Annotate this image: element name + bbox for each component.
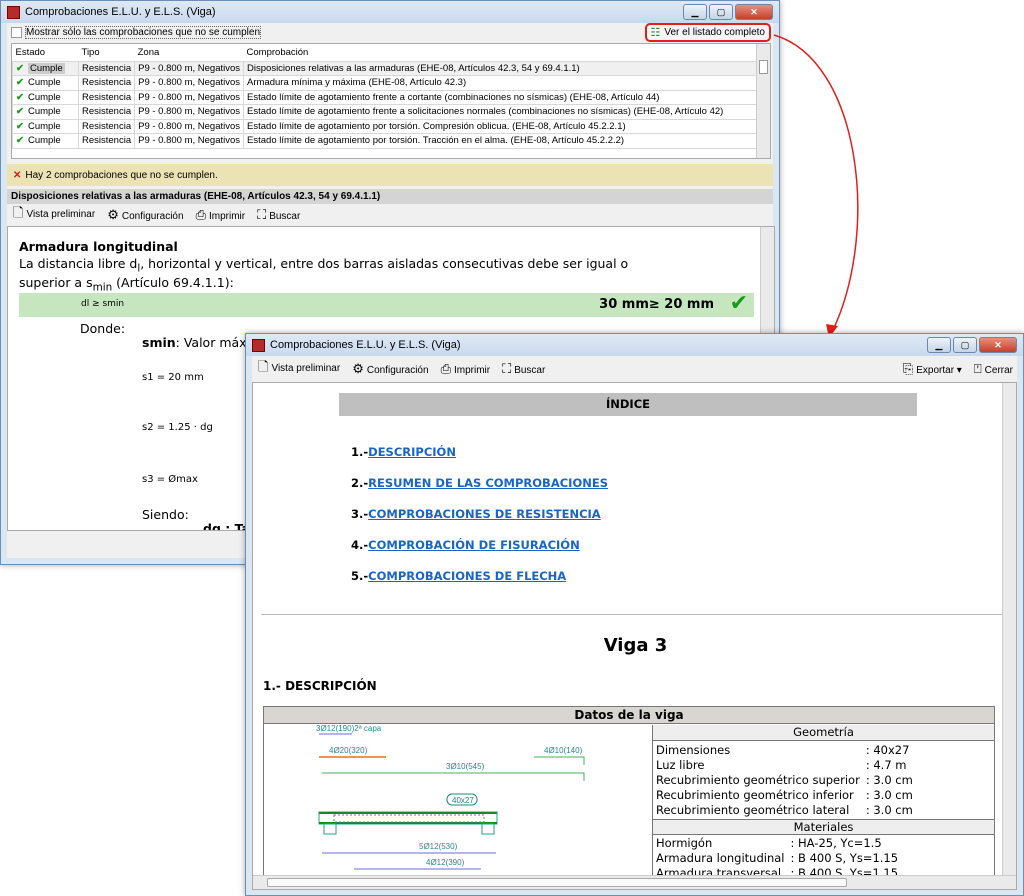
index-link[interactable]: COMPROBACIONES DE RESISTENCIA bbox=[368, 507, 601, 521]
index-item: 1.-DESCRIPCIÓN bbox=[351, 445, 608, 476]
property-value: : 4.7 m bbox=[865, 757, 907, 772]
section-label: 40x27 bbox=[452, 796, 474, 805]
property-value: : 3.0 cm bbox=[865, 772, 913, 787]
geom-row: Dimensiones : 40x27 bbox=[653, 742, 916, 757]
report-toolbar-right: ⎘ Exportar ▾ ⍞ Cerrar bbox=[897, 359, 1013, 379]
property-name: Luz libre bbox=[656, 757, 705, 772]
close-button-2[interactable]: ✕ bbox=[979, 337, 1017, 353]
binoculars-icon: ⛶ bbox=[502, 361, 512, 376]
property-name: Recubrimiento geométrico inferior bbox=[656, 787, 854, 802]
bar-label: 3Ø12(190)2ª capa bbox=[316, 725, 382, 733]
print-label: Imprimir bbox=[453, 365, 491, 376]
search-label: Buscar bbox=[514, 365, 546, 376]
property-name: Recubrimiento geométrico superior bbox=[656, 772, 860, 787]
bar-label: 4Ø12(390) bbox=[426, 858, 465, 867]
section-title: 1.- DESCRIPCIÓN bbox=[263, 679, 377, 693]
index-link[interactable]: COMPROBACIÓN DE FISURACIÓN bbox=[368, 538, 580, 552]
property-name: Recubrimiento geométrico lateral bbox=[656, 802, 850, 817]
report-hscrollbar[interactable] bbox=[253, 875, 1016, 889]
preview-button-2[interactable]: 🗋 Vista preliminar bbox=[258, 358, 340, 380]
export-button[interactable]: ⎘ Exportar ▾ bbox=[903, 361, 962, 377]
report-window: Comprobaciones E.L.U. y E.L.S. (Viga) ▁ ▢… bbox=[245, 333, 1024, 896]
preview-icon: 🗋 bbox=[258, 359, 269, 374]
property-name: Armadura longitudinal bbox=[656, 850, 785, 865]
export-icon: ⎘ bbox=[902, 361, 914, 376]
minimize-button-2[interactable]: ▁ bbox=[927, 337, 951, 353]
geom-row: Luz libre : 4.7 m bbox=[653, 757, 916, 772]
config-button-2[interactable]: ⚙ Configuración bbox=[352, 361, 428, 377]
index-number: 4.- bbox=[351, 538, 369, 552]
geom-row: Recubrimiento geométrico lateral : 3.0 cm bbox=[653, 802, 916, 817]
bar-label: 3Ø10(545) bbox=[446, 762, 485, 771]
property-value: : HA-25, Yc=1.5 bbox=[790, 835, 882, 850]
index-link[interactable]: COMPROBACIONES DE FLECHA bbox=[368, 569, 566, 583]
report-toolbar: 🗋 Vista preliminar ⚙ Configuración ⎙ Imprim… bbox=[252, 359, 545, 379]
index-item: 5.-COMPROBACIONES DE FLECHA bbox=[351, 569, 608, 600]
mat-row: Hormigón : HA-25, Yc=1.5 bbox=[653, 835, 901, 850]
title-bar-2: Comprobaciones E.L.U. y E.L.S. (Viga) ▁ ▢… bbox=[246, 334, 1023, 356]
mat-row: Armadura longitudinal : B 400 S, Ys=1.15 bbox=[653, 850, 901, 865]
bar-label: 4Ø10(140) bbox=[544, 746, 583, 755]
close-label: Cerrar bbox=[984, 365, 1013, 376]
index-item: 4.-COMPROBACIÓN DE FISURACIÓN bbox=[351, 538, 608, 569]
index-number: 5.- bbox=[351, 569, 369, 583]
index-item: 3.-COMPROBACIONES DE RESISTENCIA bbox=[351, 507, 608, 538]
index-number: 2.- bbox=[351, 476, 369, 490]
property-name: Dimensiones bbox=[656, 742, 731, 757]
bar-label: 4Ø20(320) bbox=[329, 746, 368, 755]
geometry-header: Geometría bbox=[653, 725, 994, 741]
table-title: Datos de la viga bbox=[264, 707, 994, 724]
property-value: : 3.0 cm bbox=[865, 787, 913, 802]
maximize-button-2[interactable]: ▢ bbox=[953, 337, 977, 353]
print-button-2[interactable]: ⎙ Imprimir bbox=[441, 361, 491, 377]
index-item: 2.-RESUMEN DE LAS COMPROBACIONES bbox=[351, 476, 608, 507]
window-title-2: Comprobaciones E.L.U. y E.L.S. (Viga) bbox=[270, 339, 461, 351]
bar-label: 5Ø12(530) bbox=[419, 842, 458, 851]
app-icon-2 bbox=[252, 338, 265, 352]
geom-row: Recubrimiento geométrico superior : 3.0 c… bbox=[653, 772, 916, 787]
close-report-button[interactable]: ⍞ Cerrar bbox=[974, 361, 1013, 377]
property-value: : B 400 S, Ys=1.15 bbox=[790, 850, 899, 865]
gear-icon: ⚙ bbox=[352, 361, 364, 376]
beam-data-table: Datos de la viga 3Ø12(190)2ª capa 4Ø20(3… bbox=[263, 706, 995, 889]
index-link[interactable]: DESCRIPCIÓN bbox=[368, 445, 456, 459]
search-button-2[interactable]: ⛶ Buscar bbox=[502, 361, 545, 377]
door-icon: ⍞ bbox=[973, 361, 982, 376]
index-number: 3.- bbox=[351, 507, 369, 521]
printer-icon: ⎙ bbox=[440, 361, 451, 376]
geom-row: Recubrimiento geométrico inferior : 3.0 c… bbox=[653, 787, 916, 802]
divider bbox=[261, 614, 1002, 615]
materials-header: Materiales bbox=[653, 819, 994, 835]
report-view: ÍNDICE 1.-DESCRIPCIÓN 2.-RESUMEN DE LAS C… bbox=[252, 382, 1017, 890]
index-link[interactable]: RESUMEN DE LAS COMPROBACIONES bbox=[368, 476, 608, 490]
export-label: Exportar bbox=[916, 365, 955, 376]
index-number: 1.- bbox=[351, 445, 369, 459]
report-vscrollbar[interactable] bbox=[1002, 383, 1016, 877]
property-name: Hormigón bbox=[656, 835, 713, 850]
preview-label: Vista preliminar bbox=[271, 363, 341, 374]
doc-title: Viga 3 bbox=[603, 635, 668, 656]
property-value: : 40x27 bbox=[865, 742, 910, 757]
beam-drawing: 3Ø12(190)2ª capa 4Ø20(320) 4Ø10(140) 3Ø1… bbox=[316, 725, 585, 870]
index-header: ÍNDICE bbox=[339, 393, 917, 416]
config-label: Configuración bbox=[366, 365, 429, 376]
property-value: : 3.0 cm bbox=[865, 802, 913, 817]
